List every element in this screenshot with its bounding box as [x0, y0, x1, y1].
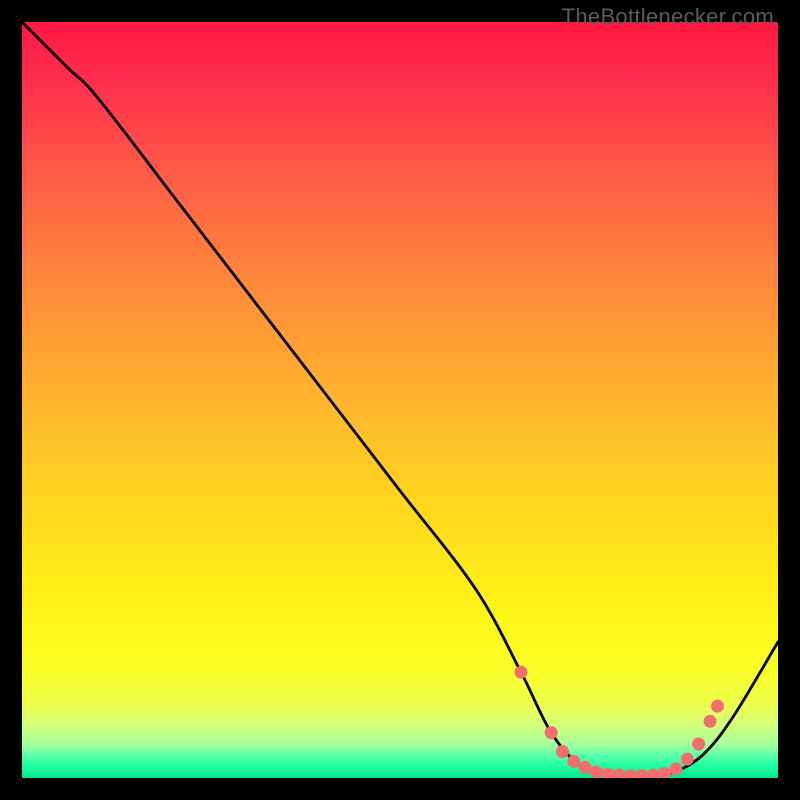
watermark-text: TheBottlenecker.com	[562, 4, 774, 30]
chart-svg	[22, 22, 778, 778]
chart-frame	[22, 22, 778, 778]
chart-background	[22, 22, 778, 778]
